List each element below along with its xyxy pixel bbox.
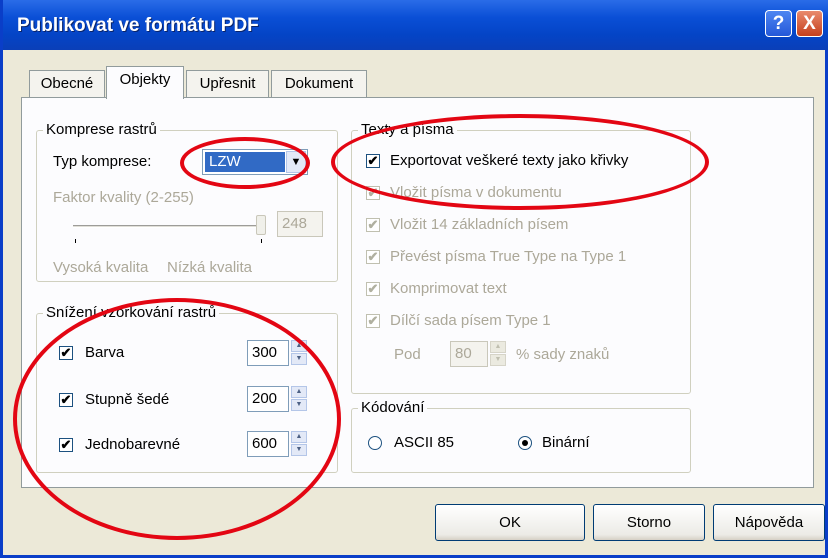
quality-slider-track[interactable] [73, 225, 263, 228]
spin-up-icon[interactable]: ▲ [291, 386, 307, 398]
convert-truetype-checkbox[interactable]: ✔ [366, 250, 380, 264]
export-curves-checkbox[interactable]: ✔ [366, 154, 380, 168]
downsampling-group: Snížení vzorkování rastrů ✔ Barva 300 ▲ ▼… [36, 304, 338, 473]
compress-text-label: Komprimovat text [390, 280, 507, 297]
grayscale-dpi-field[interactable]: 200 [247, 386, 289, 412]
spin-down-icon[interactable]: ▼ [291, 353, 307, 365]
subset-under-label: Pod [394, 346, 421, 363]
subset-percent-field[interactable]: 80 [450, 341, 488, 367]
binary-label: Binární [542, 434, 590, 451]
help-button[interactable]: Nápověda [713, 504, 825, 541]
embed-base14-checkbox[interactable]: ✔ [366, 218, 380, 232]
tab-panel: Komprese rastrů Typ komprese: LZW ▼ Fakt… [21, 97, 814, 488]
cancel-button[interactable]: Storno [593, 504, 705, 541]
compression-type-label: Typ komprese: [53, 153, 152, 170]
high-quality-label: Vysoká kvalita [53, 259, 149, 276]
tab-dokument[interactable]: Dokument [271, 70, 367, 97]
color-label: Barva [85, 344, 125, 361]
texts-fonts-group: Texty a písma ✔ Exportovat veškeré texty… [351, 121, 691, 394]
close-button[interactable]: X [796, 10, 823, 37]
tab-objekty[interactable]: Objekty [106, 66, 184, 99]
tab-obecne[interactable]: Obecné [29, 70, 105, 97]
ascii85-label: ASCII 85 [394, 434, 455, 451]
subset-type1-checkbox[interactable]: ✔ [366, 314, 380, 328]
help-title-button[interactable]: ? [765, 10, 792, 37]
spin-down-icon[interactable]: ▼ [291, 444, 307, 456]
spin-up-icon[interactable]: ▲ [291, 431, 307, 443]
dialog-window: Publikovat ve formátu PDF ? X Obecné Obj… [0, 0, 828, 558]
low-quality-label: Nízká kvalita [167, 259, 253, 276]
binary-radio[interactable] [518, 436, 532, 450]
downsampling-legend: Snížení vzorkování rastrů [43, 304, 220, 322]
window-title: Publikovat ve formátu PDF [17, 15, 259, 36]
title-bar[interactable]: Publikovat ve formátu PDF ? X [3, 0, 828, 50]
quality-factor-label: Faktor kvality (2-255) [53, 189, 194, 206]
monochrome-checkbox[interactable]: ✔ [59, 438, 73, 452]
slider-tick-max [261, 239, 262, 243]
compression-type-value: LZW [205, 152, 285, 172]
color-checkbox[interactable]: ✔ [59, 346, 73, 360]
subset-type1-label: Dílčí sada písem Type 1 [390, 312, 551, 329]
embed-fonts-label: Vložit písma v dokumentu [390, 184, 562, 201]
quality-slider-thumb[interactable] [256, 215, 266, 235]
convert-truetype-label: Převést písma True Type na Type 1 [390, 248, 627, 265]
grayscale-label: Stupně šedé [85, 391, 170, 408]
encoding-group: Kódování ASCII 85 Binární [351, 399, 691, 473]
compression-legend: Komprese rastrů [43, 121, 160, 139]
subset-chars-label: % sady znaků [516, 346, 610, 363]
compression-group: Komprese rastrů Typ komprese: LZW ▼ Fakt… [36, 121, 338, 282]
embed-base14-label: Vložit 14 základních písem [390, 216, 569, 233]
spin-down-icon[interactable]: ▼ [490, 354, 506, 366]
spin-up-icon[interactable]: ▲ [291, 340, 307, 352]
chevron-down-icon[interactable]: ▼ [286, 151, 306, 173]
color-dpi-field[interactable]: 300 [247, 340, 289, 366]
compress-text-checkbox[interactable]: ✔ [366, 282, 380, 296]
texts-fonts-legend: Texty a písma [358, 121, 457, 139]
grayscale-checkbox[interactable]: ✔ [59, 393, 73, 407]
ok-button[interactable]: OK [435, 504, 585, 541]
monochrome-dpi-field[interactable]: 600 [247, 431, 289, 457]
monochrome-dpi-spinner[interactable]: ▲ ▼ [291, 431, 307, 457]
export-curves-label: Exportovat veškeré texty jako křivky [390, 152, 629, 169]
embed-fonts-checkbox[interactable]: ✔ [366, 186, 380, 200]
spin-up-icon[interactable]: ▲ [490, 341, 506, 353]
ascii85-radio[interactable] [368, 436, 382, 450]
tab-upresnit[interactable]: Upřesnit [186, 70, 269, 97]
quality-value-field[interactable]: 248 [277, 211, 323, 237]
compression-type-select[interactable]: LZW ▼ [202, 149, 308, 175]
slider-tick-min [75, 239, 76, 243]
color-dpi-spinner[interactable]: ▲ ▼ [291, 340, 307, 366]
subset-percent-spinner[interactable]: ▲ ▼ [490, 341, 506, 367]
grayscale-dpi-spinner[interactable]: ▲ ▼ [291, 386, 307, 412]
encoding-legend: Kódování [358, 399, 428, 417]
monochrome-label: Jednobarevné [85, 436, 181, 453]
spin-down-icon[interactable]: ▼ [291, 399, 307, 411]
